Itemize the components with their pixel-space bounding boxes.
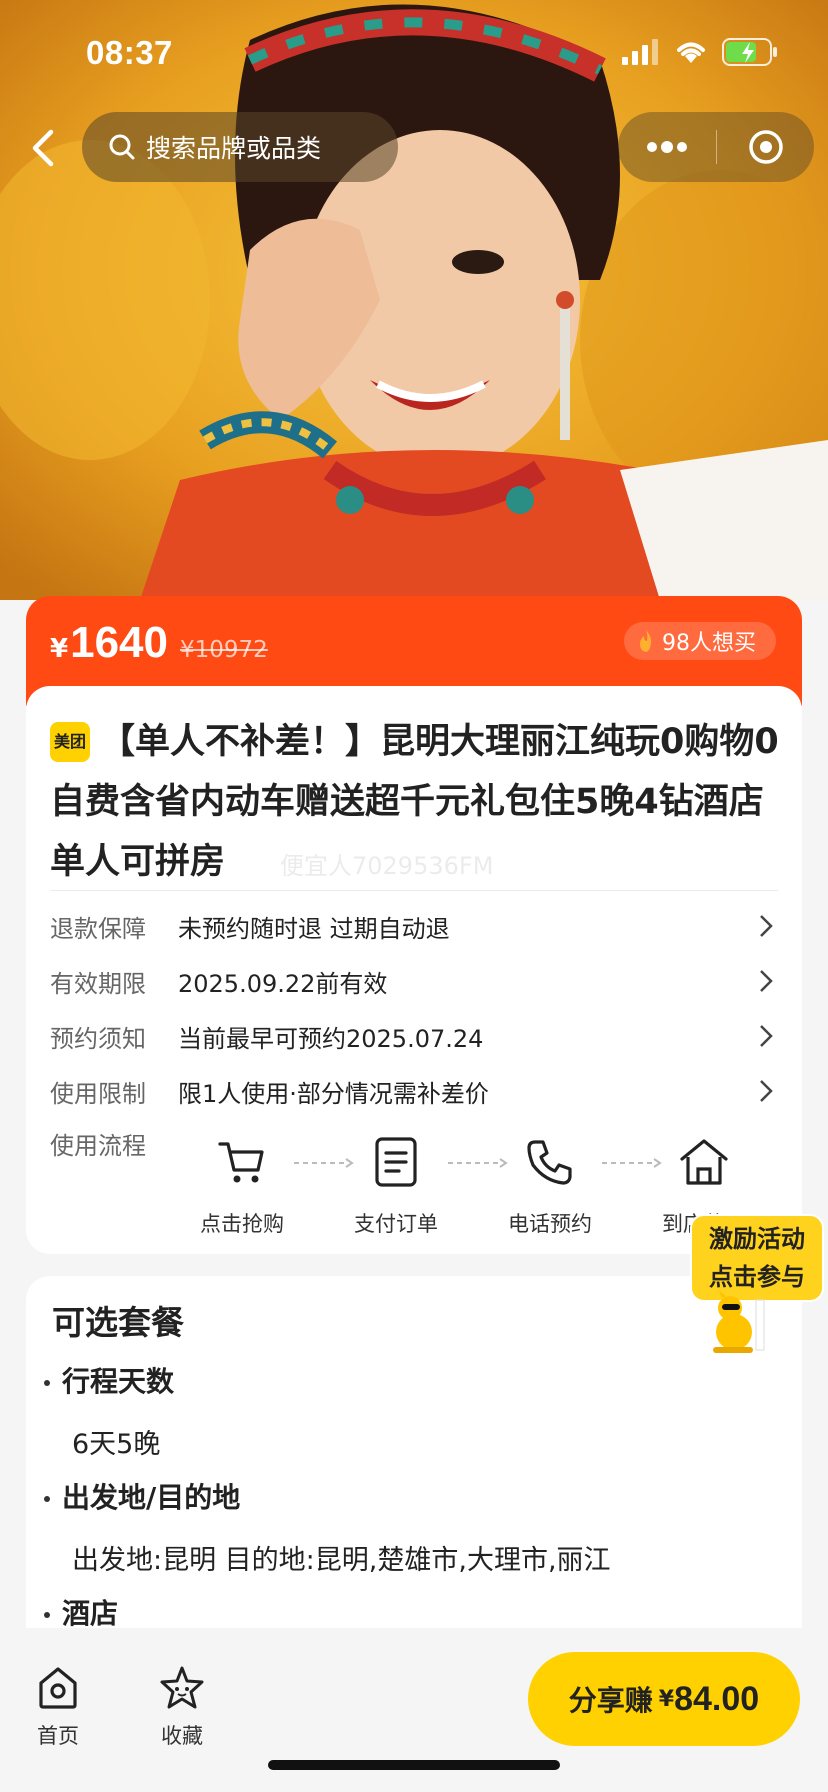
flow-label: 使用流程 bbox=[50, 1132, 146, 1160]
info-label: 预约须知 bbox=[50, 1024, 146, 1053]
divider bbox=[50, 890, 778, 891]
flow-step-label: 支付订单 bbox=[354, 1212, 438, 1236]
currency-symbol: ¥ bbox=[50, 634, 69, 664]
bullet-dot bbox=[44, 1380, 50, 1386]
package-title: 可选套餐 bbox=[52, 1303, 184, 1342]
info-row-restriction[interactable]: 使用限制 限1人使用·部分情况需补差价 bbox=[50, 1071, 778, 1111]
promo-line: 点击参与 bbox=[709, 1263, 805, 1291]
package-section-value: 出发地:昆明 目的地:昆明,楚雄市,大理市,丽江 bbox=[72, 1545, 611, 1576]
wifi-icon bbox=[677, 42, 705, 63]
share-earn-button[interactable]: 分享赚 ¥ 84.00 bbox=[528, 1652, 800, 1746]
promo-line: 激励活动 bbox=[709, 1225, 805, 1253]
bullet-dot bbox=[44, 1612, 50, 1618]
star-face-icon bbox=[142, 1664, 222, 1712]
share-amount: 84.00 bbox=[674, 1679, 760, 1718]
search-bar[interactable]: 搜索品牌或品类 bbox=[82, 112, 398, 182]
favorite-tab[interactable]: 收藏 bbox=[142, 1664, 222, 1750]
info-row-validity[interactable]: 有效期限 2025.09.22前有效 bbox=[50, 961, 778, 1001]
info-value: 限1人使用·部分情况需补差价 bbox=[178, 1079, 489, 1108]
want-count-badge: 98人想买 bbox=[624, 622, 776, 660]
mini-program-capsule bbox=[618, 112, 814, 182]
package-card: 可选套餐 行程天数 6天5晚 出发地/目的地 出发地:昆明 目的地:昆明,楚雄市… bbox=[26, 1276, 802, 1636]
info-label: 有效期限 bbox=[50, 969, 146, 998]
package-section-heading: 酒店 bbox=[44, 1592, 118, 1632]
close-mini-program-button[interactable] bbox=[717, 128, 814, 166]
flow-step-pay: 支付订单 bbox=[336, 1134, 456, 1238]
status-bar: 08:37 bbox=[0, 0, 828, 100]
info-value: 当前最早可预约2025.07.24 bbox=[178, 1024, 484, 1053]
info-row-booking[interactable]: 预约须知 当前最早可预约2025.07.24 bbox=[50, 1016, 778, 1056]
kangaroo-mascot-icon bbox=[713, 1292, 765, 1353]
original-price: ¥10972 bbox=[179, 637, 268, 663]
package-section-heading: 出发地/目的地 bbox=[44, 1476, 240, 1516]
info-value: 未预约随时退 过期自动退 bbox=[178, 914, 450, 943]
back-arrow-icon bbox=[32, 129, 54, 167]
flame-icon bbox=[640, 630, 652, 652]
search-icon bbox=[108, 133, 136, 161]
home-tab[interactable]: 首页 bbox=[18, 1664, 98, 1750]
tab-label: 收藏 bbox=[161, 1724, 203, 1748]
meituan-badge: 美团 bbox=[50, 722, 90, 762]
chevron-right-icon bbox=[754, 1024, 778, 1048]
flow-step-label: 电话预约 bbox=[508, 1212, 592, 1236]
flow-step-call: 电话预约 bbox=[490, 1134, 610, 1238]
share-currency: ¥ bbox=[658, 1686, 675, 1712]
top-nav: 搜索品牌或品类 bbox=[0, 112, 828, 184]
bullet-dot bbox=[44, 1496, 50, 1502]
tab-label: 首页 bbox=[37, 1724, 79, 1748]
flow-step-label: 点击抢购 bbox=[200, 1212, 284, 1236]
section-heading-text: 出发地/目的地 bbox=[62, 1481, 241, 1514]
price-row: ¥ 1640 ¥10972 bbox=[50, 618, 268, 668]
info-value: 2025.09.22前有效 bbox=[178, 969, 388, 998]
product-info-card: 美团 【单人不补差！】昆明大理丽江纯玩0购物0自费含省内动车赠送超千元礼包住5晚4… bbox=[26, 686, 802, 1254]
current-price: 1640 bbox=[70, 618, 168, 667]
hero-image: 08:37 搜索品牌或品类 bbox=[0, 0, 828, 600]
chevron-right-icon bbox=[754, 1079, 778, 1103]
status-icons bbox=[622, 38, 778, 66]
info-row-refund[interactable]: 退款保障 未预约随时退 过期自动退 bbox=[50, 906, 778, 946]
chevron-right-icon bbox=[754, 914, 778, 938]
package-section-value: 6天5晚 bbox=[72, 1429, 161, 1460]
battery-charging-icon bbox=[722, 38, 777, 66]
target-close-icon bbox=[748, 130, 783, 164]
home-icon bbox=[18, 1664, 98, 1712]
want-count-text: 98人想买 bbox=[662, 631, 756, 656]
more-dots-icon bbox=[647, 141, 687, 153]
signal-icon bbox=[622, 39, 658, 65]
section-heading-text: 行程天数 bbox=[62, 1365, 175, 1398]
phone-icon bbox=[490, 1134, 610, 1190]
flow-step-buy: 点击抢购 bbox=[182, 1134, 302, 1238]
info-label: 退款保障 bbox=[50, 914, 146, 943]
search-placeholder: 搜索品牌或品类 bbox=[146, 134, 322, 163]
incentive-promo-button[interactable]: 激励活动 点击参与 bbox=[690, 1214, 824, 1354]
watermark-text: 便宜人7029536FM bbox=[280, 852, 494, 880]
status-time: 08:37 bbox=[86, 34, 173, 71]
package-section-heading: 行程天数 bbox=[44, 1360, 174, 1400]
chevron-right-icon bbox=[754, 969, 778, 993]
section-heading-text: 酒店 bbox=[62, 1597, 119, 1630]
store-icon bbox=[644, 1134, 764, 1190]
document-icon bbox=[336, 1134, 456, 1190]
info-label: 使用限制 bbox=[50, 1079, 146, 1108]
more-button[interactable] bbox=[618, 141, 716, 153]
back-button[interactable] bbox=[18, 120, 68, 176]
cart-icon bbox=[182, 1134, 302, 1190]
promo-box: 激励活动 点击参与 bbox=[690, 1214, 824, 1302]
share-label: 分享赚 bbox=[568, 1684, 653, 1717]
home-indicator bbox=[268, 1760, 560, 1770]
